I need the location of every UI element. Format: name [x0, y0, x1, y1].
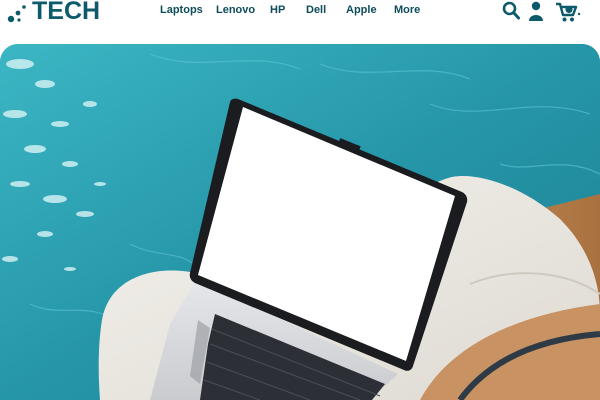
user-icon[interactable]: [528, 1, 544, 21]
nav-hp[interactable]: HP: [270, 4, 285, 16]
search-icon[interactable]: [502, 1, 520, 21]
cart-icon[interactable]: [555, 1, 581, 23]
site-header: TECH Laptops Lenovo HP Dell Apple More: [0, 0, 600, 44]
hero-image: [0, 44, 600, 400]
site-logo[interactable]: TECH: [6, 0, 100, 26]
logo-text: TECH: [32, 0, 101, 25]
nav-more[interactable]: More: [394, 4, 420, 16]
nav-lenovo[interactable]: Lenovo: [216, 4, 255, 16]
nav-apple[interactable]: Apple: [346, 4, 377, 16]
nav-dell[interactable]: Dell: [306, 4, 326, 16]
hero-photo: [0, 44, 600, 400]
logo-mark-icon: [7, 5, 26, 23]
nav-laptops[interactable]: Laptops: [160, 4, 203, 16]
